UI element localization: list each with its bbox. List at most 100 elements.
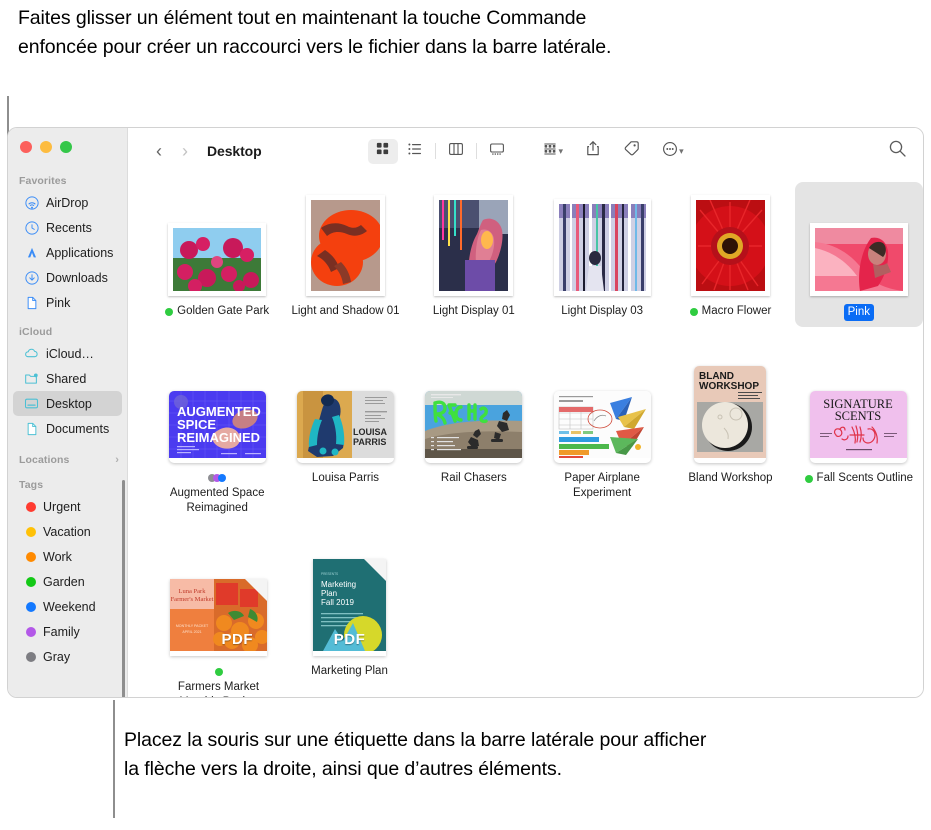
sidebar-item-recents[interactable]: Recents <box>13 215 122 240</box>
tags-button[interactable] <box>623 140 640 162</box>
sidebar-item-documents[interactable]: Documents <box>13 416 122 441</box>
gallery-view-button[interactable] <box>482 139 512 164</box>
sidebar-tag-work[interactable]: Work <box>13 544 122 569</box>
file-item-golden-gate-park[interactable]: Golden Gate Park <box>153 182 281 327</box>
sidebar-tag-urgent[interactable]: Urgent <box>13 494 122 519</box>
file-item-light-display-01[interactable]: Light Display 01 <box>410 182 538 327</box>
file-item-macro-flower[interactable]: Macro Flower <box>666 182 794 327</box>
svg-text:PARRIS: PARRIS <box>353 437 386 447</box>
view-mode-group <box>367 138 512 164</box>
sidebar-tag-garden[interactable]: Garden <box>13 569 122 594</box>
toolbar-divider <box>434 143 436 159</box>
thumbnail <box>690 192 770 296</box>
file-label: Light Display 03 <box>561 304 643 319</box>
file-label: Light and Shadow 01 <box>291 304 399 319</box>
search-button[interactable] <box>888 139 907 163</box>
pdf-thumbnail: Luna Park Farmer's Market MONTHLY PACKET… <box>170 579 269 656</box>
file-label: Fall Scents Outline <box>804 471 913 486</box>
file-name: Paper Airplane Experiment <box>564 472 640 499</box>
file-item-light-display-03[interactable]: Light Display 03 <box>538 182 666 327</box>
more-actions-button[interactable]: ▾ <box>662 141 684 162</box>
toolbar-divider <box>475 143 477 159</box>
file-name: Light Display 03 <box>561 305 644 317</box>
thumbnail: LOUISA PARRIS <box>296 359 394 463</box>
file-item-marketing-plan[interactable]: PRESENTS Marketing Plan Fall 2019 PDF Ma… <box>284 542 415 697</box>
sidebar-item-applications[interactable]: Applications <box>13 240 122 265</box>
sidebar-tag-weekend[interactable]: Weekend <box>13 594 122 619</box>
file-item-light-and-shadow-01[interactable]: Light and Shadow 01 <box>281 182 409 327</box>
chevron-right-icon[interactable]: › <box>115 454 119 466</box>
svg-text:Farmer's Market: Farmer's Market <box>171 596 214 603</box>
ellipsis-circle-icon <box>662 141 678 162</box>
file-item-paper-airplane-experiment[interactable]: Paper Airplane Experiment <box>538 349 666 522</box>
sidebar-item-label: Desktop <box>46 396 92 411</box>
file-item-farmers-market-monthly-packet[interactable]: Luna Park Farmer's Market MONTHLY PACKET… <box>153 542 284 697</box>
sidebar-section-icloud: iCloud <box>8 326 127 338</box>
file-row: AUGMENTED SPICE REIMAGINED Augmented Spa… <box>153 349 923 522</box>
thumbnail <box>305 192 385 296</box>
forward-button[interactable]: › <box>172 138 198 164</box>
sidebar-section-locations[interactable]: Locations › <box>8 454 127 466</box>
toolbar: ‹ › Desktop ▾ ▾ <box>128 128 923 174</box>
list-icon <box>407 141 423 162</box>
file-label: Macro Flower <box>689 304 772 319</box>
file-label: Bland Workshop <box>688 471 772 486</box>
file-item-pink[interactable]: Pink <box>794 182 923 327</box>
sidebar-item-airdrop[interactable]: AirDrop <box>13 190 122 215</box>
tag-icon <box>623 140 640 162</box>
grid-icon <box>375 141 390 161</box>
window-traffic-lights <box>20 141 72 153</box>
sidebar-item-icloud[interactable]: iCloud… <box>13 341 122 366</box>
card-thumbnail <box>425 391 523 463</box>
file-item-rail-chasers[interactable]: Rail Chasers <box>410 349 538 522</box>
minimize-button[interactable] <box>40 141 52 153</box>
sidebar-tag-family[interactable]: Family <box>13 619 122 644</box>
group-by-button[interactable]: ▾ <box>542 141 563 162</box>
column-view-button[interactable] <box>441 139 471 164</box>
cloud-icon <box>24 346 39 361</box>
search-icon <box>888 140 907 162</box>
sidebar-scrollbar[interactable] <box>122 480 125 697</box>
sidebar: Favorites AirDrop Recents Applications D… <box>8 128 128 697</box>
svg-text:LOUISA: LOUISA <box>353 427 388 437</box>
file-label: Farmers Market Monthly Packet <box>157 664 281 697</box>
tag-dot-icon <box>165 308 174 316</box>
thumbnail <box>434 192 514 296</box>
share-button[interactable] <box>585 140 601 162</box>
sidebar-item-shared[interactable]: Shared <box>13 366 122 391</box>
list-view-button[interactable] <box>400 139 430 164</box>
file-name: Macro Flower <box>701 305 772 317</box>
file-name: Pink <box>843 304 874 321</box>
file-label: Golden Gate Park <box>165 304 269 319</box>
thumbnail: PRESENTS Marketing Plan Fall 2019 PDF <box>313 552 386 656</box>
pdf-badge: PDF <box>221 631 253 648</box>
zoom-button[interactable] <box>60 141 72 153</box>
svg-text:MONTHLY PACKET: MONTHLY PACKET <box>176 624 209 628</box>
file-item-louisa-parris[interactable]: LOUISA PARRIS Louisa Parris <box>281 349 409 522</box>
group-icon <box>542 141 558 162</box>
thumbnail: AUGMENTED SPICE REIMAGINED <box>168 359 266 463</box>
close-button[interactable] <box>20 141 32 153</box>
sidebar-item-pink[interactable]: Pink <box>13 290 122 315</box>
sidebar-section-label: Locations <box>19 454 70 466</box>
back-button[interactable]: ‹ <box>146 138 172 164</box>
file-item-augmented-space-reimagined[interactable]: AUGMENTED SPICE REIMAGINED Augmented Spa… <box>153 349 281 522</box>
file-item-bland-workshop[interactable]: BLAND WORKSHOP Bland Workshop <box>666 349 794 522</box>
sidebar-tag-gray[interactable]: Gray <box>13 644 122 669</box>
icon-view-button[interactable] <box>367 138 398 164</box>
svg-text:SCENTS: SCENTS <box>835 409 882 423</box>
sidebar-item-label: Work <box>43 549 72 564</box>
sidebar-item-downloads[interactable]: Downloads <box>13 265 122 290</box>
columns-icon <box>448 141 464 162</box>
sidebar-tag-vacation[interactable]: Vacation <box>13 519 122 544</box>
photo-frame <box>434 195 514 296</box>
file-item-fall-scents-outline[interactable]: SIGNATURE SCENTS Fall Scents Outline <box>795 349 923 522</box>
file-name: Bland Workshop <box>688 472 773 484</box>
sidebar-item-desktop[interactable]: Desktop <box>13 391 122 416</box>
document-icon <box>24 421 39 436</box>
toolbar-actions: ▾ ▾ <box>542 140 684 162</box>
multi-tag-dots-icon <box>208 474 227 482</box>
pdf-thumbnail: PRESENTS Marketing Plan Fall 2019 PDF <box>313 559 386 656</box>
share-icon <box>585 140 601 162</box>
file-label: Augmented Space Reimagined <box>155 471 279 516</box>
